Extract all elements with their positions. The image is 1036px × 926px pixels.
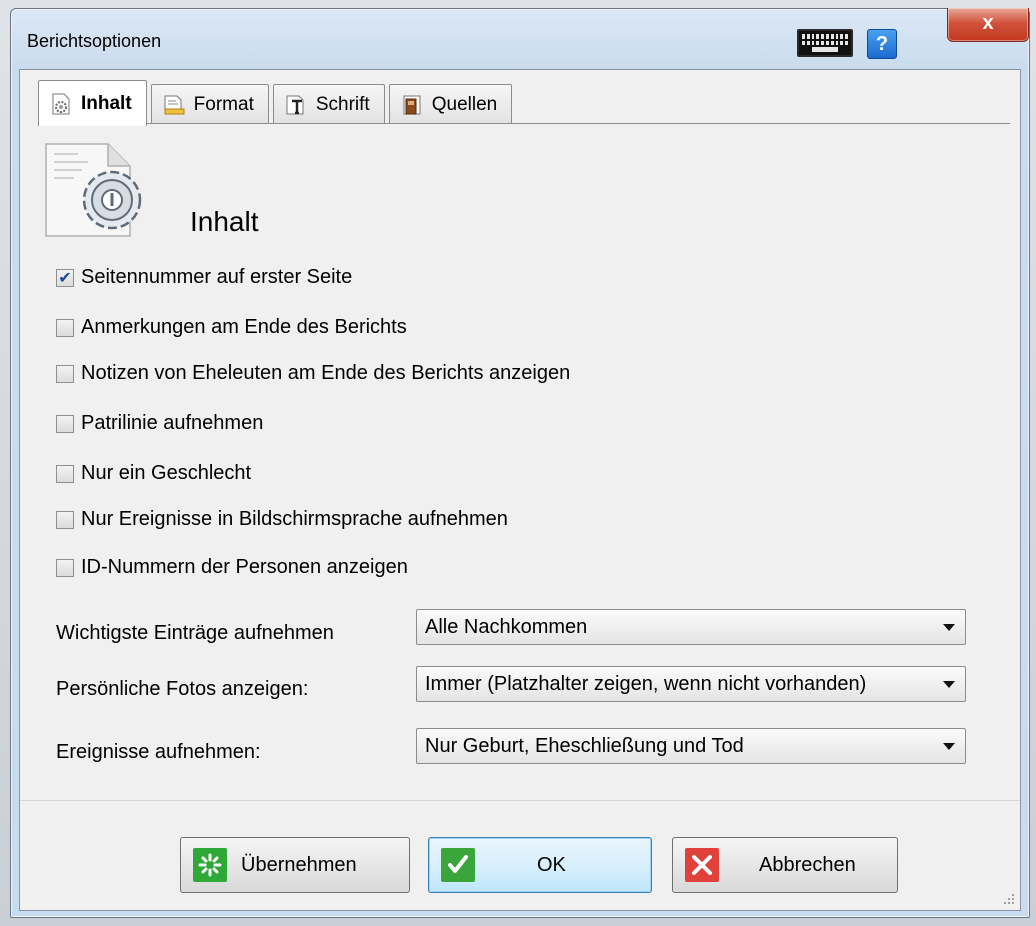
dialog-client-area: Inhalt Format Schrift Quellen Inhalt ✔ S… [19,69,1021,911]
option-bildschirmsprache[interactable]: Nur Ereignisse in Bildschirmsprache aufn… [56,508,508,531]
option-nur-ein-geschlecht[interactable]: Nur ein Geschlecht [56,462,251,485]
apply-icon [193,848,227,882]
option-notizen-eheleute[interactable]: Notizen von Eheleuten am Ende des Berich… [56,362,570,385]
dropdown-arrow-icon [943,681,955,688]
cancel-button[interactable]: Abbrechen [672,837,898,893]
field-label-ereignisse: Ereignisse aufnehmen: [56,741,261,763]
close-button[interactable]: x [947,8,1029,42]
select-fotos[interactable]: Immer (Platzhalter zeigen, wenn nicht vo… [416,666,966,702]
dropdown-arrow-icon [943,743,955,750]
select-ereignisse[interactable]: Nur Geburt, Eheschließung und Tod [416,728,966,764]
ok-label: OK [537,853,566,876]
select-value: Alle Nachkommen [425,616,588,638]
keyboard-icon[interactable] [797,29,853,57]
checkbox[interactable] [56,364,74,383]
checkbox[interactable] [56,318,74,337]
cross-icon [685,848,719,882]
help-icon[interactable]: ? [867,29,897,59]
select-wichtigste-eintraege[interactable]: Alle Nachkommen [416,609,966,645]
checkbox[interactable] [56,414,74,433]
settings-page-icon [38,140,148,238]
tab-label: Inhalt [81,92,132,114]
option-label: Seitennummer auf erster Seite [81,266,353,288]
checkmark-icon [441,848,475,882]
ok-button[interactable]: OK [428,837,652,893]
option-label: Nur Ereignisse in Bildschirmsprache aufn… [81,508,508,530]
option-label: ID-Nummern der Personen anzeigen [81,556,408,578]
dialog-window: Berichtsoptionen ? x Inhalt Format Schri… [10,8,1030,918]
select-value: Immer (Platzhalter zeigen, wenn nicht vo… [425,673,867,695]
checkbox[interactable] [56,464,74,483]
dropdown-arrow-icon [943,624,955,631]
checkbox[interactable] [56,558,74,577]
tab-format[interactable]: Format [150,84,269,124]
format-icon [162,93,186,117]
window-title: Berichtsoptionen [27,31,162,51]
button-bar: Übernehmen OK Abbrechen [20,800,1020,910]
tab-strip: Inhalt Format Schrift Quellen [38,80,516,126]
book-icon [400,93,424,117]
option-label: Anmerkungen am Ende des Berichts [81,316,407,338]
tab-quellen[interactable]: Quellen [388,84,513,124]
apply-button[interactable]: Übernehmen [180,837,410,893]
tab-label: Schrift [315,93,370,115]
font-icon [284,93,308,117]
option-anmerkungen[interactable]: Anmerkungen am Ende des Berichts [56,316,407,339]
checkbox-checked[interactable]: ✔ [56,268,74,287]
resize-grip-icon[interactable] [1002,892,1016,906]
option-label: Nur ein Geschlecht [81,462,252,484]
option-label: Notizen von Eheleuten am Ende des Berich… [81,362,571,384]
tab-label: Format [193,93,254,115]
apply-label: Übernehmen [241,853,357,876]
title-bar[interactable]: Berichtsoptionen ? x [11,8,1029,71]
option-label: Patrilinie aufnehmen [81,412,264,434]
panel-title: Inhalt [190,206,259,237]
option-patrilinie[interactable]: Patrilinie aufnehmen [56,412,263,435]
gear-page-icon [49,92,73,116]
field-label-fotos: Persönliche Fotos anzeigen: [56,678,309,700]
tab-label: Quellen [431,93,498,115]
field-label-wichtigste-eintraege: Wichtigste Einträge aufnehmen [56,622,334,644]
select-value: Nur Geburt, Eheschließung und Tod [425,735,744,757]
option-seitennummer[interactable]: ✔ Seitennummer auf erster Seite [56,266,352,289]
tab-schrift[interactable]: Schrift [272,84,385,124]
tab-inhalt[interactable]: Inhalt [38,80,147,126]
option-id-nummern[interactable]: ID-Nummern der Personen anzeigen [56,556,408,579]
checkbox[interactable] [56,510,74,529]
cancel-label: Abbrechen [759,853,856,876]
